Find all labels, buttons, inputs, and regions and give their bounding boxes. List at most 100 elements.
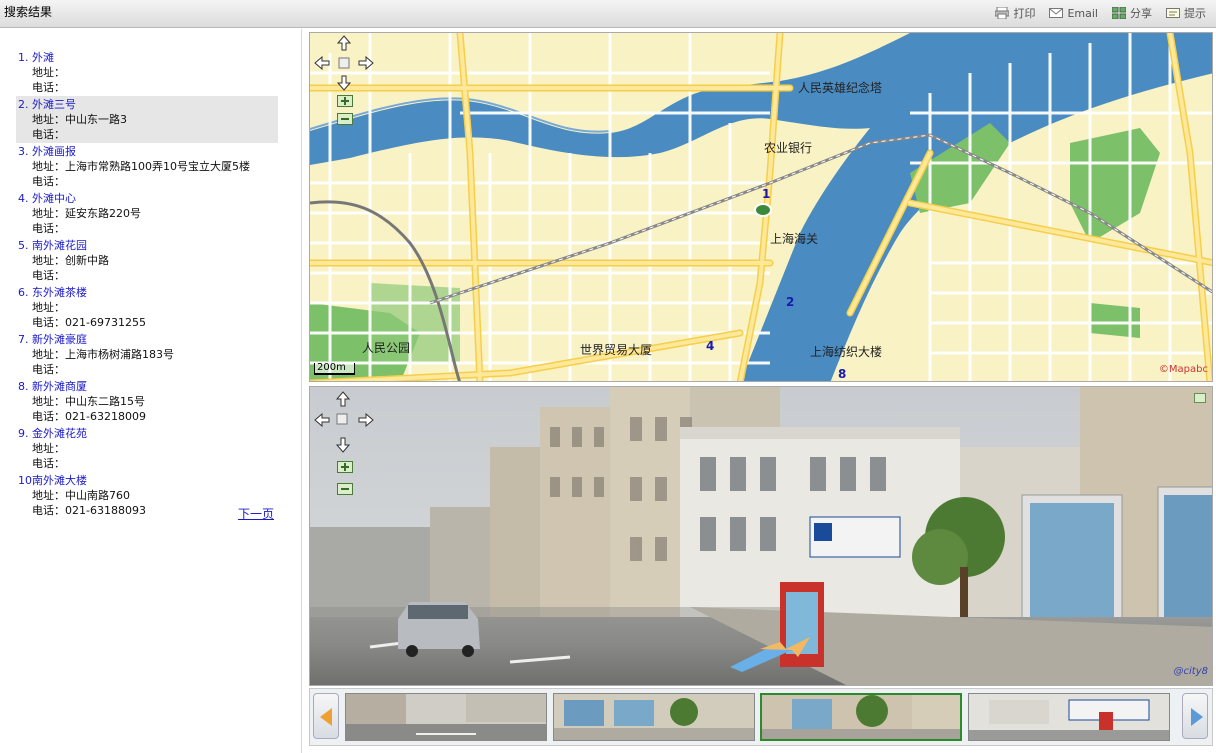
expand-icon[interactable] bbox=[1194, 393, 1206, 403]
result-header: 5. 南外滩花园 bbox=[18, 238, 276, 253]
zoom-out-icon[interactable] bbox=[337, 113, 353, 125]
share-button[interactable]: 分享 bbox=[1111, 5, 1152, 21]
pan-down-icon[interactable] bbox=[336, 75, 352, 91]
thumb-prev-button[interactable] bbox=[313, 693, 339, 739]
result-header: 6. 东外滩茶楼 bbox=[18, 285, 276, 300]
result-name-link[interactable]: 南外滩花园 bbox=[32, 238, 87, 253]
result-header: 10. 南外滩大楼 bbox=[18, 473, 276, 488]
email-icon bbox=[1049, 7, 1064, 19]
result-item[interactable]: 7. 新外滩豪庭 地址：上海市杨树浦路183号 电话： bbox=[16, 331, 278, 378]
map-marker-4[interactable]: 4 bbox=[706, 339, 714, 353]
result-address: 地址： bbox=[18, 441, 276, 456]
sv-right-icon[interactable] bbox=[358, 413, 374, 429]
result-name-link[interactable]: 外滩三号 bbox=[32, 97, 76, 112]
phone-value: 021-63218009 bbox=[65, 410, 146, 423]
toolbar: 打印 Email 分享 提示 bbox=[994, 5, 1206, 21]
result-name-link[interactable]: 外滩中心 bbox=[32, 191, 76, 206]
sv-forward-icon[interactable] bbox=[336, 391, 352, 407]
result-header: 4. 外滩中心 bbox=[18, 191, 276, 206]
result-address: 地址：延安东路220号 bbox=[18, 206, 276, 221]
thumbnail-4[interactable] bbox=[968, 693, 1170, 741]
address-value: 中山东二路15号 bbox=[65, 395, 145, 408]
address-value: 上海市杨树浦路183号 bbox=[65, 348, 174, 361]
sv-zoom-in-icon[interactable] bbox=[337, 461, 353, 473]
map-marker-8[interactable]: 8 bbox=[838, 367, 846, 381]
pan-right-icon[interactable] bbox=[358, 55, 374, 71]
phone-label: 电话： bbox=[32, 504, 65, 517]
map-marker-1[interactable]: 1 bbox=[762, 187, 770, 201]
result-name-link[interactable]: 东外滩茶楼 bbox=[32, 285, 87, 300]
result-item[interactable]: 8. 新外滩商厦 地址：中山东二路15号 电话：021-63218009 bbox=[16, 378, 278, 425]
tip-label: 提示 bbox=[1184, 7, 1206, 20]
result-name-link[interactable]: 外滩 bbox=[32, 50, 54, 65]
address-value: 中山南路760 bbox=[65, 489, 130, 502]
printer-icon bbox=[994, 6, 1010, 20]
tip-button[interactable]: 提示 bbox=[1166, 5, 1206, 21]
map-label-trade: 世界贸易大厦 bbox=[580, 343, 653, 357]
map-view[interactable]: 人民英雄纪念塔 农业银行 上海海关 人民公园 世界贸易大厦 上海纺织大楼 1 2… bbox=[309, 32, 1213, 382]
sv-center-icon[interactable] bbox=[336, 413, 352, 429]
result-name-link[interactable]: 新外滩豪庭 bbox=[32, 332, 87, 347]
result-number: 7. bbox=[18, 333, 29, 346]
result-phone: 电话： bbox=[18, 221, 276, 236]
map-nav-controls bbox=[312, 35, 376, 125]
map-scale: 200m bbox=[314, 363, 355, 375]
result-phone: 电话：021-63218009 bbox=[18, 409, 276, 424]
sv-left-icon[interactable] bbox=[314, 413, 330, 429]
thumb-next-button[interactable] bbox=[1182, 693, 1208, 739]
thumbnail-3[interactable] bbox=[760, 693, 962, 741]
result-phone: 电话： bbox=[18, 80, 276, 95]
street-view-panorama[interactable]: @city8 bbox=[309, 386, 1213, 686]
result-header: 1. 外滩 bbox=[18, 50, 276, 65]
result-address: 地址：上海市杨树浦路183号 bbox=[18, 347, 276, 362]
result-header: 9. 金外滩花苑 bbox=[18, 426, 276, 441]
result-address: 地址：中山东二路15号 bbox=[18, 394, 276, 409]
thumbnail-1[interactable] bbox=[345, 693, 547, 741]
phone-label: 电话： bbox=[32, 457, 65, 470]
next-page-link[interactable]: 下一页 bbox=[238, 505, 274, 522]
result-name-link[interactable]: 金外滩花苑 bbox=[32, 426, 87, 441]
result-address: 地址：中山南路760 bbox=[18, 488, 276, 503]
phone-value: 021-63188093 bbox=[65, 504, 146, 517]
result-name-link[interactable]: 新外滩商厦 bbox=[32, 379, 87, 394]
arrow-right-icon bbox=[1191, 708, 1203, 726]
result-item[interactable]: 5. 南外滩花园 地址：创新中路 电话： bbox=[16, 237, 278, 284]
result-phone: 电话： bbox=[18, 362, 276, 377]
map-marker-2[interactable]: 2 bbox=[786, 295, 794, 309]
result-name-link[interactable]: 外滩画报 bbox=[32, 144, 76, 159]
zoom-in-icon[interactable] bbox=[337, 95, 353, 107]
result-item[interactable]: 1. 外滩 地址： 电话： bbox=[16, 49, 278, 96]
print-button[interactable]: 打印 bbox=[994, 5, 1035, 21]
address-label: 地址： bbox=[32, 254, 65, 267]
pan-up-icon[interactable] bbox=[336, 35, 352, 51]
title-bar: 搜索结果 打印 Email 分享 提示 bbox=[0, 0, 1216, 28]
address-label: 地址： bbox=[32, 489, 65, 502]
result-address: 地址：中山东一路3 bbox=[18, 112, 276, 127]
sv-zoom-out-icon[interactable] bbox=[337, 483, 353, 495]
map-label-bank: 农业银行 bbox=[764, 141, 813, 155]
result-item[interactable]: 3. 外滩画报 地址：上海市常熟路100弄10号宝立大厦5楼 电话： bbox=[16, 143, 278, 190]
result-name-link[interactable]: 南外滩大楼 bbox=[32, 473, 87, 488]
recenter-icon[interactable] bbox=[336, 55, 352, 71]
result-number: 5. bbox=[18, 239, 29, 252]
arrow-left-icon bbox=[320, 708, 332, 726]
map-label-customs: 上海海关 bbox=[770, 232, 819, 246]
pan-left-icon[interactable] bbox=[314, 55, 330, 71]
thumbnail-2[interactable] bbox=[553, 693, 755, 741]
phone-label: 电话： bbox=[32, 128, 65, 141]
result-item[interactable]: 4. 外滩中心 地址：延安东路220号 电话： bbox=[16, 190, 278, 237]
email-button[interactable]: Email bbox=[1049, 5, 1098, 21]
result-item[interactable]: 9. 金外滩花苑 地址： 电话： bbox=[16, 425, 278, 472]
result-phone: 电话： bbox=[18, 127, 276, 142]
map-label-park: 人民公园 bbox=[362, 341, 411, 355]
phone-label: 电话： bbox=[32, 269, 65, 282]
result-item[interactable]: 2. 外滩三号 地址：中山东一路3 电话： bbox=[16, 96, 278, 143]
result-item[interactable]: 6. 东外滩茶楼 地址： 电话：021-69731255 bbox=[16, 284, 278, 331]
location-pin-icon[interactable] bbox=[754, 203, 772, 217]
phone-value: 021-69731255 bbox=[65, 316, 146, 329]
result-number: 10. bbox=[18, 474, 36, 487]
result-number: 8. bbox=[18, 380, 29, 393]
thumbnail-strip bbox=[309, 688, 1213, 746]
phone-label: 电话： bbox=[32, 316, 65, 329]
sv-back-icon[interactable] bbox=[336, 437, 352, 453]
